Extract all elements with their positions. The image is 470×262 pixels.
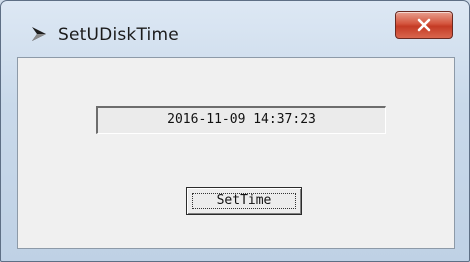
app-icon [29,23,51,45]
dialog-window: SetUDiskTime 2016-11-09 14:37:23 SetTime [0,0,470,262]
datetime-field: 2016-11-09 14:37:23 [96,106,386,134]
client-area: 2016-11-09 14:37:23 SetTime [17,57,455,249]
set-time-label: SetTime [216,193,272,208]
title-bar[interactable]: SetUDiskTime [1,1,469,57]
window-title: SetUDiskTime [58,25,179,45]
close-icon [417,18,431,32]
set-time-button[interactable]: SetTime [186,187,302,215]
close-button[interactable] [395,11,453,39]
